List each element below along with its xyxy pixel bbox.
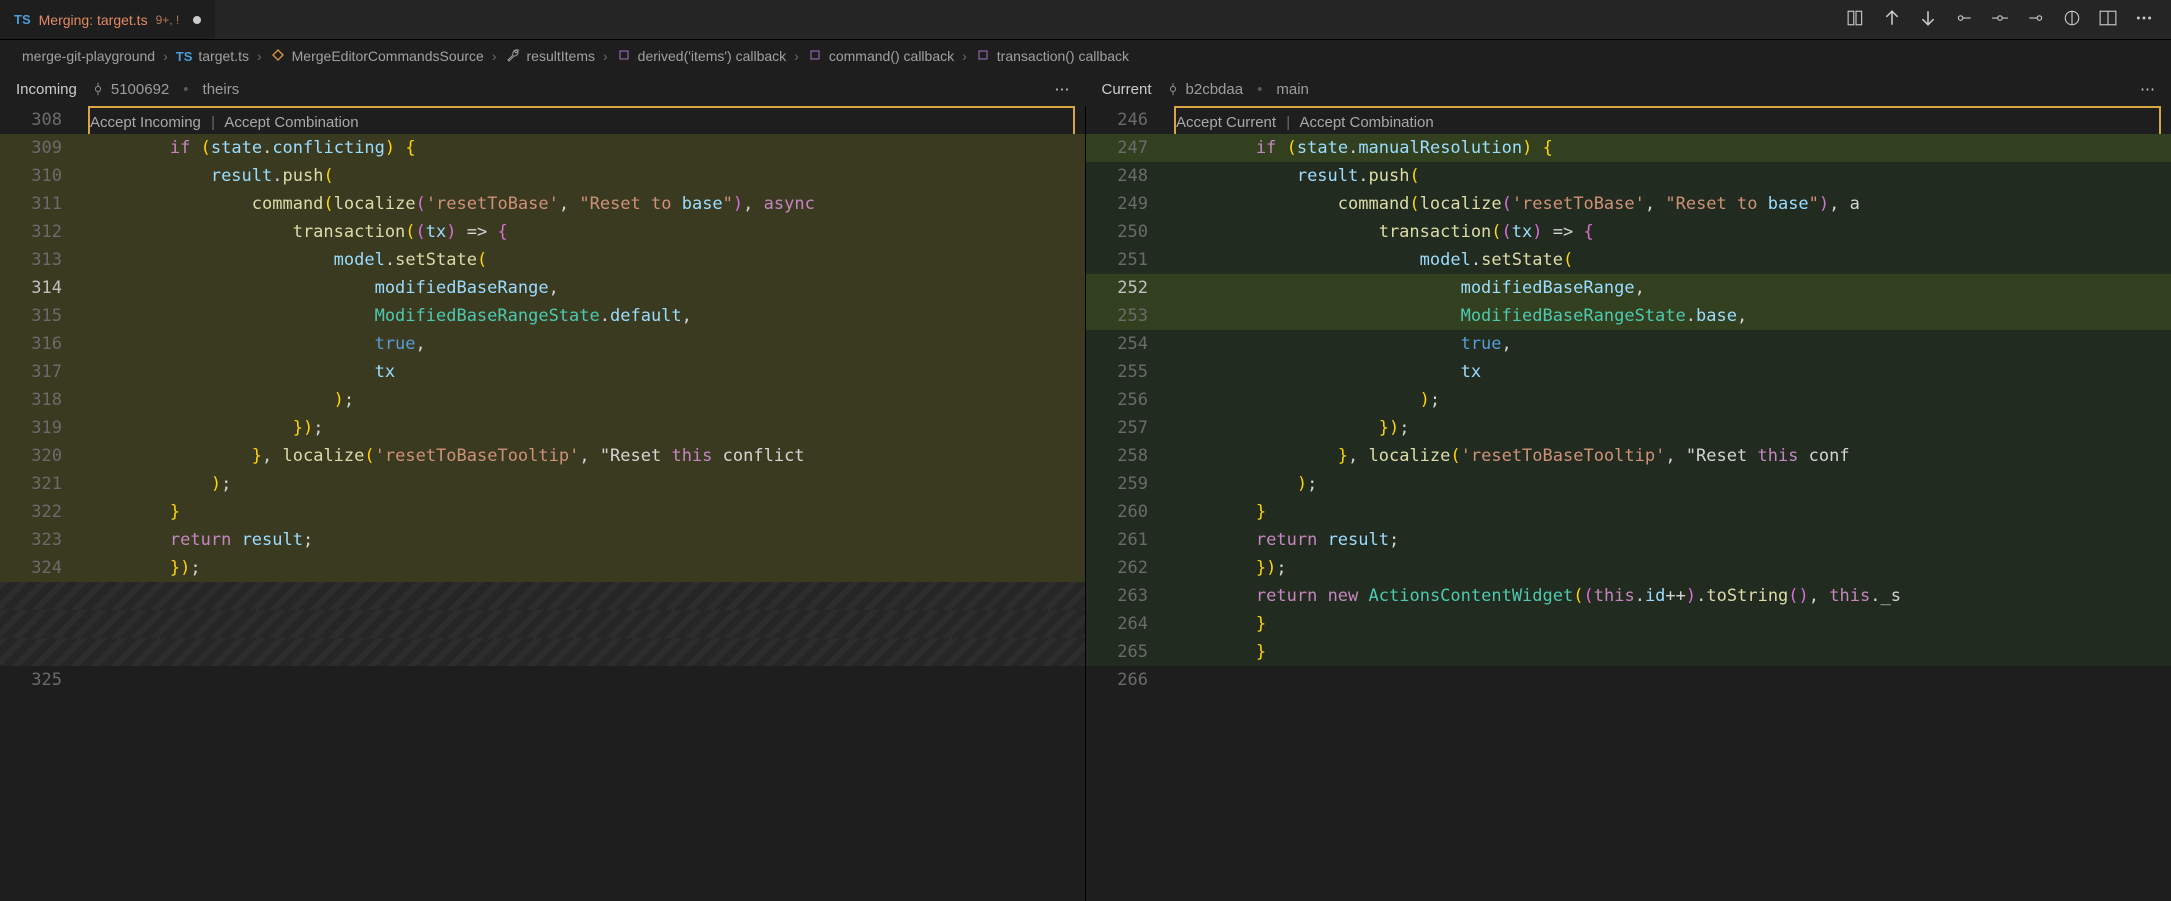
code-line: 311 command(localize('resetToBase', "Res… [0,190,1085,218]
code-line: 309 if (state.conflicting) { [0,134,1085,162]
circle-slash-icon[interactable] [2063,9,2081,30]
code-line: 314 modifiedBaseRange, [0,274,1085,302]
code-line: 260 } [1086,498,2171,526]
wrench-icon [505,47,521,66]
incoming-branch: theirs [203,81,240,98]
arrow-up-icon[interactable] [1883,9,1901,30]
code-line [0,582,1085,610]
code-line: 248 result.push( [1086,162,2171,190]
crumb-item[interactable]: command() callback [807,47,954,66]
incoming-commit[interactable]: 5100692 [91,81,169,98]
code-line: 249 command(localize('resetToBase', "Res… [1086,190,2171,218]
code-line: 315 ModifiedBaseRangeState.default, [0,302,1085,330]
chevron-right-icon: › [794,48,799,64]
typescript-icon: TS [14,12,31,27]
tab-bar: TS Merging: target.ts 9+, ! [0,0,2171,40]
code-line [0,610,1085,638]
code-line: 324 }); [0,554,1085,582]
incoming-header: Incoming 5100692 • theirs ⋯ [0,72,1086,106]
code-line: 256 ); [1086,386,2171,414]
code-line: 252 modifiedBaseRange, [1086,274,2171,302]
code-line: 258 }, localize('resetToBaseTooltip', "R… [1086,442,2171,470]
dot-separator-icon: • [1257,81,1262,98]
more-icon[interactable]: ⋯ [2140,80,2155,98]
code-line: 313 model.setState( [0,246,1085,274]
code-line: 247 if (state.manualResolution) { [1086,134,2171,162]
code-line: 262 }); [1086,554,2171,582]
current-editor[interactable]: Accept Current | Accept Combination 2462… [1085,106,2171,901]
code-line: 253 ModifiedBaseRangeState.base, [1086,302,2171,330]
merge-split: Accept Incoming | Accept Combination 308… [0,106,2171,901]
code-line: 250 transaction((tx) => { [1086,218,2171,246]
code-line: 319 }); [0,414,1085,442]
code-line: 317 tx [0,358,1085,386]
code-line: 254 true, [1086,330,2171,358]
code-line: 261 return result; [1086,526,2171,554]
commit-next-icon[interactable] [2027,9,2045,30]
code-line: 255 tx [1086,358,2171,386]
editor-toolbar [1847,9,2171,30]
code-line: 251 model.setState( [1086,246,2171,274]
code-line: 257 }); [1086,414,2171,442]
crumb-item[interactable]: TS target.ts [176,48,249,64]
arrow-down-icon[interactable] [1919,9,1937,30]
current-branch: main [1276,81,1309,98]
more-icon[interactable]: ⋯ [1055,80,1070,98]
code-line: 246 [1086,106,2171,134]
tab-merging-target[interactable]: TS Merging: target.ts 9+, ! [0,0,215,39]
current-header: Current b2cbdaa • main ⋯ [1086,72,2171,106]
incoming-label: Incoming [16,81,77,98]
method-icon [616,47,632,66]
commit-prev-icon[interactable] [1955,9,1973,30]
code-line [0,638,1085,666]
code-rows: 246247 if (state.manualResolution) {248 … [1086,106,2171,694]
chevron-right-icon: › [603,48,608,64]
code-line: 321 ); [0,470,1085,498]
chevron-right-icon: › [962,48,967,64]
code-line: 308 [0,106,1085,134]
dirty-indicator-icon [193,16,201,24]
tab-title: Merging: target.ts [39,12,148,28]
code-line: 325 [0,666,1085,694]
method-icon [807,47,823,66]
code-line: 264 } [1086,610,2171,638]
current-label: Current [1102,81,1152,98]
panels-header: Incoming 5100692 • theirs ⋯ Current b2cb… [0,72,2171,106]
crumb-item[interactable]: derived('items') callback [616,47,787,66]
crumb-item[interactable]: MergeEditorCommandsSource [270,47,484,66]
commit-icon [1166,82,1180,96]
code-rows: 308309 if (state.conflicting) {310 resul… [0,106,1085,694]
code-line: 320 }, localize('resetToBaseTooltip', "R… [0,442,1085,470]
incoming-editor[interactable]: Accept Incoming | Accept Combination 308… [0,106,1085,901]
crumb-item[interactable]: transaction() callback [975,47,1129,66]
code-line: 318 ); [0,386,1085,414]
layout-icon[interactable] [2099,9,2117,30]
chevron-right-icon: › [257,48,262,64]
tab-diff-badge: 9+, ! [156,13,180,27]
method-icon [975,47,991,66]
more-icon[interactable] [2135,9,2153,30]
diff-multi-icon[interactable] [1847,9,1865,30]
code-line: 312 transaction((tx) => { [0,218,1085,246]
commit-icon [91,82,105,96]
dot-separator-icon: • [183,81,188,98]
code-line: 259 ); [1086,470,2171,498]
chevron-right-icon: › [492,48,497,64]
code-line: 266 [1086,666,2171,694]
code-line: 310 result.push( [0,162,1085,190]
code-line: 323 return result; [0,526,1085,554]
breadcrumb[interactable]: merge-git-playground › TS target.ts › Me… [0,40,2171,72]
chevron-right-icon: › [163,48,168,64]
current-commit[interactable]: b2cbdaa [1166,81,1244,98]
code-line: 263 return new ActionsContentWidget((thi… [1086,582,2171,610]
class-icon [270,47,286,66]
code-line: 322 } [0,498,1085,526]
code-line: 316 true, [0,330,1085,358]
code-line: 265 } [1086,638,2171,666]
commit-mid-icon[interactable] [1991,9,2009,30]
typescript-icon: TS [176,49,193,64]
crumb-item[interactable]: merge-git-playground [22,48,155,64]
crumb-item[interactable]: resultItems [505,47,595,66]
